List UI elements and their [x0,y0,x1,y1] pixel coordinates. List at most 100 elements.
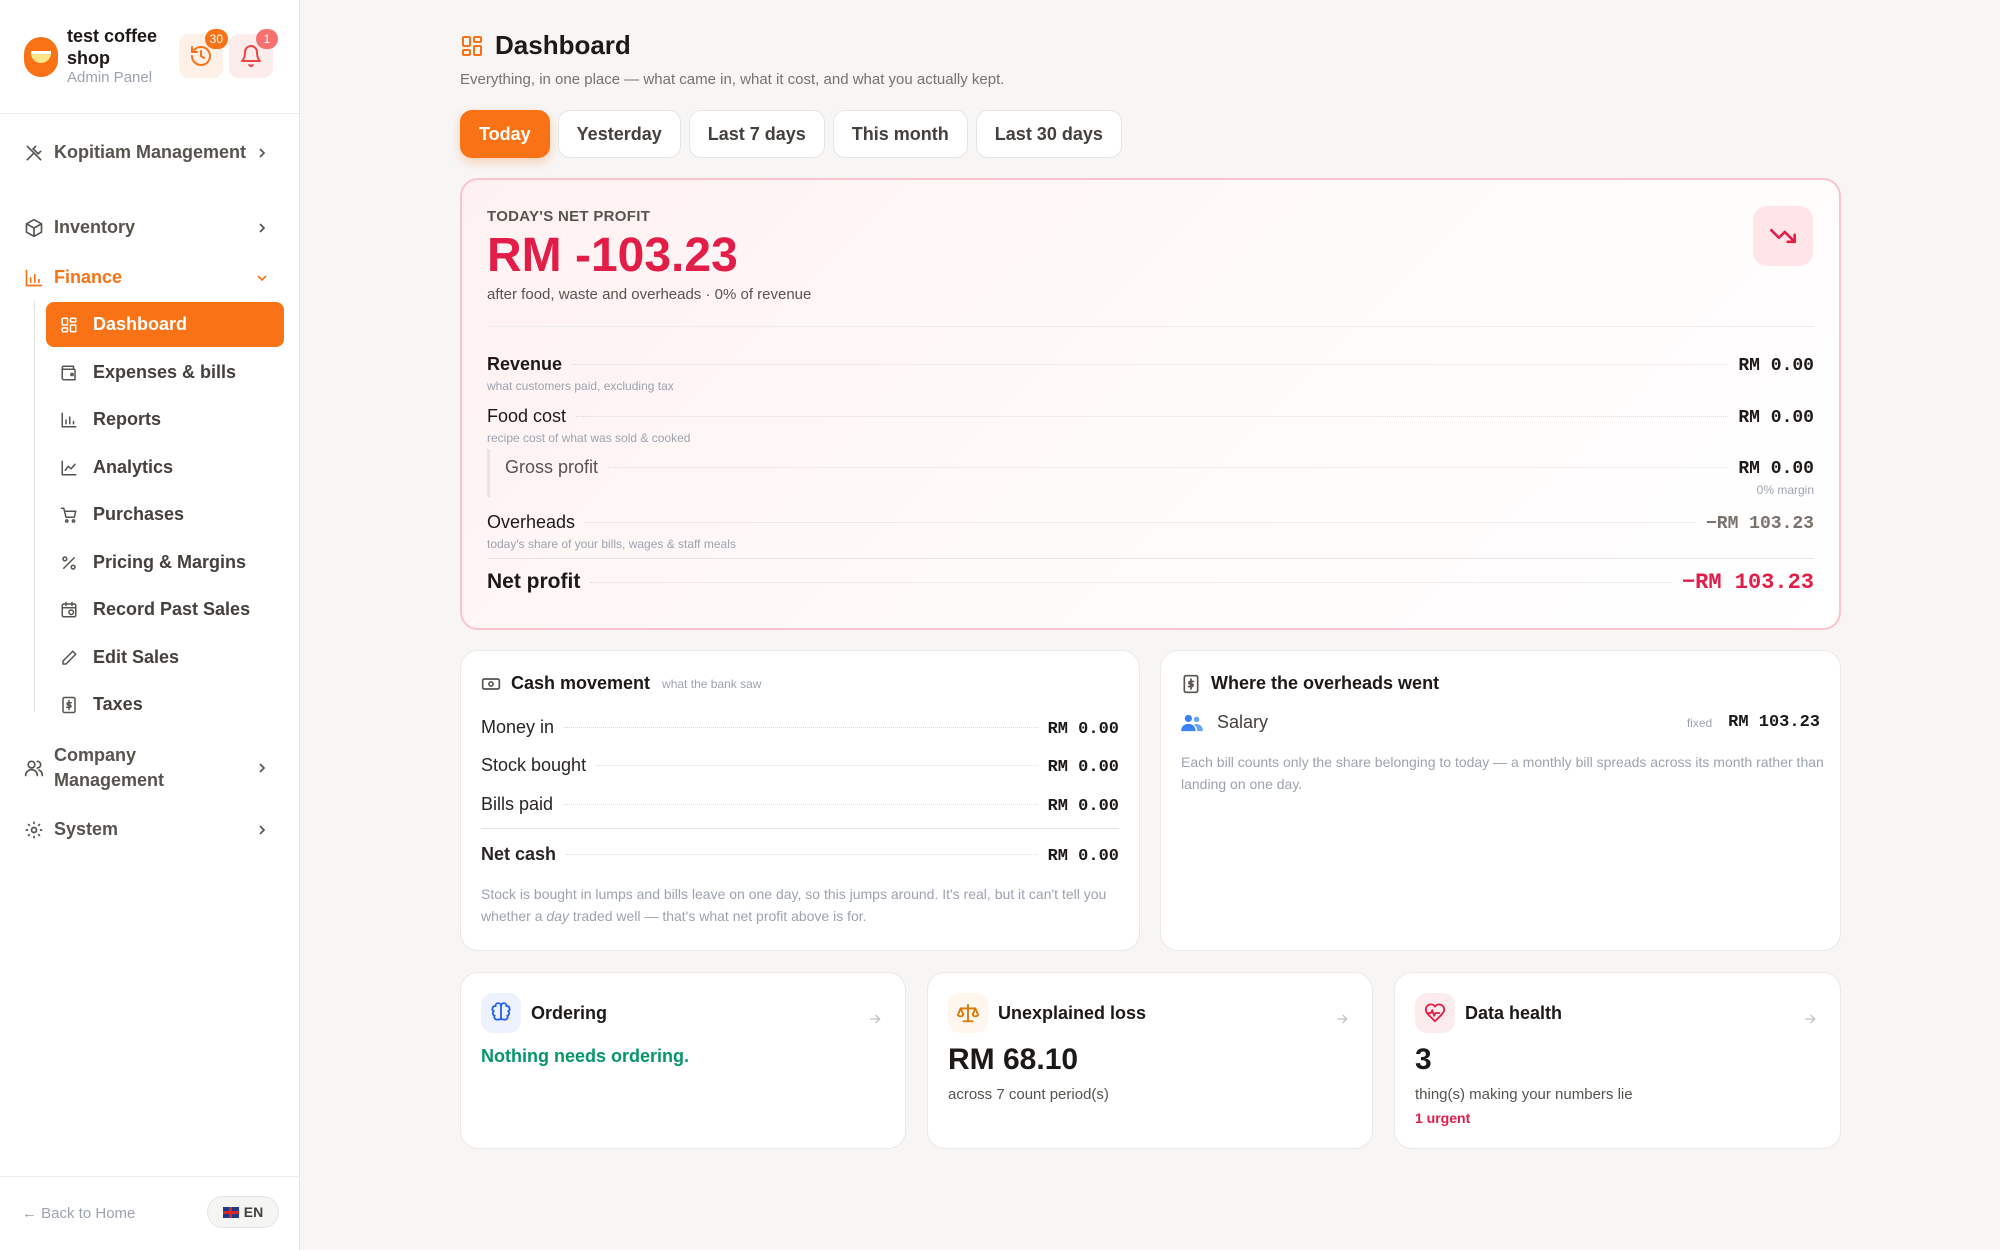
overheads-note: Each bill counts only the share belongin… [1181,754,1824,792]
tab-this-month[interactable]: This month [832,110,968,158]
subnav-purchases[interactable]: Purchases [46,492,284,537]
net-cash-label: Net cash [481,844,557,864]
period-tabs: Today Yesterday Last 7 days This month L… [460,110,1122,158]
subnav-reports[interactable]: Reports [46,397,284,442]
fork-knife-icon [24,143,54,163]
dot-leader [566,854,1038,855]
dot-leader [596,765,1038,766]
chevron-right-icon [250,220,274,236]
overheads-card: Where the overheads went Salary fixed RM… [1160,650,1841,951]
overhead-item-tag: fixed [1686,715,1713,730]
overheads-title: Where the overheads went [1211,673,1440,693]
language-switcher[interactable]: EN [207,1196,279,1228]
brand-header: test coffee shop Admin Panel 30 1 [0,0,299,114]
history-button[interactable]: 30 [179,29,228,78]
data-health-title: Data health [1465,1002,1563,1023]
subnav-record-past-sales[interactable]: Record Past Sales [46,587,284,632]
subnav-label: Expenses & bills [93,362,237,382]
bills-paid-row: Bills paid RM 0.00 [481,794,1119,816]
bills-paid-label: Bills paid [481,794,554,814]
gross-margin: 0% margin [1756,483,1814,497]
unexplained-loss-note: across 7 count period(s) [948,1086,1109,1103]
money-in-label: Money in [481,717,555,737]
tab-yesterday[interactable]: Yesterday [557,110,681,158]
overhead-item-value: RM 103.23 [1728,713,1820,732]
subnav-guide [34,300,35,712]
subnav-dashboard[interactable]: Dashboard [46,302,284,347]
calendar-clock-icon [60,601,93,619]
cart-icon [60,506,93,524]
overhead-item-row: Salary fixed RM 103.23 [1181,712,1820,733]
line-chart-icon [60,459,93,477]
data-health-card[interactable]: Data health 3 thing(s) making your numbe… [1394,972,1841,1149]
unexplained-loss-card[interactable]: Unexplained loss RM 68.10 across 7 count… [927,972,1373,1149]
sidebar-footer: ← Back to Home EN [0,1176,300,1250]
subnav-label: Dashboard [93,314,188,334]
chevron-down-icon [250,270,274,286]
nav-inventory[interactable]: Inventory [24,215,274,240]
net-cash-value: RM 0.00 [1047,847,1119,866]
dot-leader [563,804,1038,805]
subnav-label: Analytics [93,457,174,477]
card-header: Cash movement what the bank saw [481,673,761,694]
subnav-expenses-bills[interactable]: Expenses & bills [46,350,284,395]
history-badge: 30 [204,29,228,49]
page-title: Dashboard [495,30,631,60]
stock-bought-value: RM 0.00 [1047,758,1119,777]
people-icon [1181,714,1203,731]
dot-leader [572,364,1729,365]
banknote-icon [481,677,501,690]
net-cash-row: Net cash RM 0.00 [481,844,1119,866]
subnav-edit-sales[interactable]: Edit Sales [46,635,284,680]
gross-profit-row: Gross profit RM 0.00 [505,457,1814,479]
heart-pulse-icon [1415,993,1455,1033]
data-health-value: 3 [1415,1043,1432,1076]
urgent-count: 1 urgent [1415,1110,1471,1126]
chevron-right-icon [250,145,274,161]
net-profit-note: after food, waste and overheads · 0% of … [487,286,812,303]
panel-label: Admin Panel [67,69,153,86]
arrow-right-icon [870,1014,881,1024]
cash-movement-title: Cash movement [511,673,651,693]
tab-last-7-days[interactable]: Last 7 days [688,110,825,158]
card-header: Data health [1415,993,1562,1033]
ordering-card[interactable]: Ordering Nothing needs ordering. [460,972,906,1149]
subnav-analytics[interactable]: Analytics [46,445,284,490]
card-header: Unexplained loss [948,993,1146,1033]
subnav-pricing-margins[interactable]: Pricing & Margins [46,540,284,585]
chevron-right-icon [250,760,274,776]
overheads-label: Overheads [487,512,576,532]
wallet-icon [60,364,93,382]
users-icon [24,758,54,778]
subnav-label: Record Past Sales [93,599,251,619]
dot-leader [590,582,1672,583]
nav-kopitiam-management[interactable]: Kopitiam Management [24,140,274,165]
notifications-button[interactable]: 1 [229,29,278,78]
nav-company-management[interactable]: Company Management [24,743,274,793]
arrow-right-icon [1805,1014,1816,1024]
gross-profit-indent [487,449,490,497]
stock-bought-row: Stock bought RM 0.00 [481,755,1119,777]
dot-leader [585,522,1696,523]
back-to-home-link[interactable]: ← Back to Home [22,1205,135,1222]
box-icon [24,218,54,238]
cash-movement-note: Stock is bought in lumps and bills leave… [481,883,1121,927]
subnav-taxes[interactable]: Taxes [46,682,284,727]
nav-system[interactable]: System [24,817,274,842]
tab-last-30-days[interactable]: Last 30 days [975,110,1122,158]
bar-chart-icon [60,411,93,429]
trending-down-icon [1770,228,1796,244]
dot-leader [576,416,1729,417]
net-profit-row-label: Net profit [487,570,581,593]
dot-leader [564,727,1038,728]
revenue-hint: what customers paid, excluding tax [487,379,674,393]
subnav-label: Edit Sales [93,647,180,667]
card-header: Ordering [481,993,607,1033]
dollar-doc-icon [60,696,93,714]
unexplained-loss-value: RM 68.10 [948,1043,1079,1076]
sidebar: test coffee shop Admin Panel 30 1 Kopiti… [0,0,300,1250]
net-profit-row-value: −RM 103.23 [1681,570,1814,595]
page-header: Dashboard [460,30,631,61]
nav-finance[interactable]: Finance [24,265,274,290]
tab-today[interactable]: Today [460,110,550,158]
